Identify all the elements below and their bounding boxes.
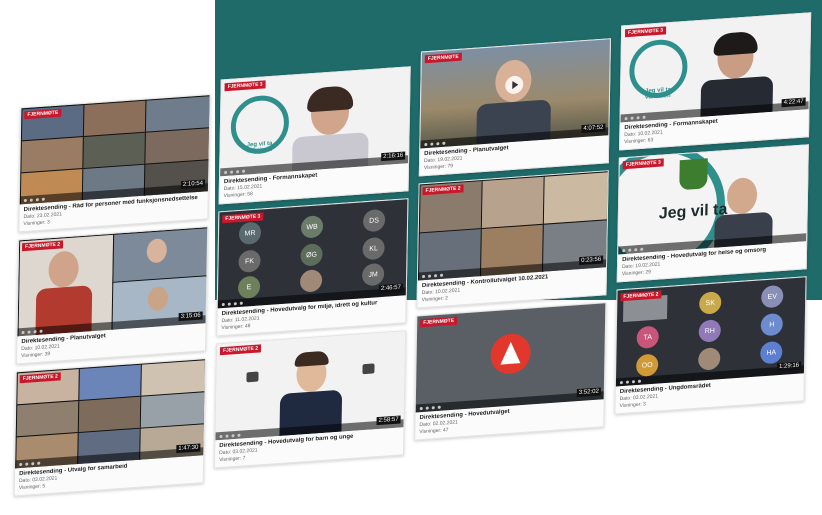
- video-thumbnail[interactable]: Jeg vil ta vaksinen FJERNMØTE 3 2:16:16: [220, 67, 410, 177]
- duration: 4:22:47: [781, 97, 806, 108]
- badge: FJERNMØTE 2: [219, 344, 262, 356]
- video-thumbnail[interactable]: FJERNMØTE 4:07:52: [420, 39, 610, 149]
- participant-avatar: WB: [300, 215, 324, 239]
- duration: 2:16:16: [381, 151, 406, 162]
- video-card[interactable]: FJERNMØTE 4:07:52 Direktesending - Planu…: [418, 38, 611, 177]
- badge: FJERNMØTE: [420, 316, 458, 328]
- video-thumbnail[interactable]: Jeg vil ta vaksinen FJERNMØTE 3 4:22:47: [620, 13, 811, 123]
- video-thumbnail[interactable]: FJERNMØTE 2 0:23:56: [417, 171, 608, 281]
- badge: FJERNMØTE 3: [224, 80, 266, 92]
- video-thumbnail[interactable]: FJERNMØTE 2 2:58:57: [215, 331, 406, 441]
- participant-avatar: JM: [361, 262, 385, 287]
- badge: FJERNMØTE 3: [624, 26, 667, 38]
- participant-avatar: FK: [238, 249, 261, 274]
- video-thumbnail[interactable]: FJERNMØTE 2 1:47:30: [15, 359, 205, 469]
- video-card[interactable]: FJERNMØTE 3:52:02 Direktesending - Hoved…: [414, 302, 607, 441]
- video-card[interactable]: SK EV TA RH H OO HA FJERNMØTE 2 1:29:16 …: [614, 276, 807, 415]
- participant-avatar: EV: [761, 284, 784, 309]
- video-thumbnail[interactable]: SK EV TA RH H OO HA FJERNMØTE 2 1:29:16: [615, 277, 806, 387]
- participant-avatar: RH: [698, 319, 721, 343]
- video-card[interactable]: Jeg vil ta vaksinen FJERNMØTE 3 4:22:47 …: [619, 12, 812, 151]
- video-gallery: FJERNMØTE 2:10:54 Direktesending - Råd f…: [3, 12, 822, 515]
- participant-avatar: HA: [760, 340, 783, 365]
- video-thumbnail[interactable]: MR WB DS FK ØG KL E JM FJERNMØTE 3 2:46:…: [217, 199, 408, 309]
- duration: 1:29:16: [776, 361, 802, 372]
- video-thumbnail[interactable]: FJERNMØTE 3:52:02: [415, 303, 606, 413]
- badge: FJERNMØTE 3: [222, 212, 264, 224]
- video-card[interactable]: FJERNMØTE 2:10:54 Direktesending - Råd f…: [18, 94, 211, 233]
- participant-avatar: KL: [362, 236, 385, 261]
- video-thumbnail[interactable]: FJERNMØTE 2 3:15:06: [17, 227, 208, 337]
- video-card[interactable]: Jeg vil ta vaksinen FJERNMØTE 3 2:16:16 …: [218, 66, 411, 205]
- duration: 2:10:54: [180, 179, 206, 190]
- participant-avatar: SK: [699, 291, 722, 315]
- badge: FJERNMØTE: [424, 52, 462, 64]
- app-logo-icon: [490, 332, 531, 376]
- participant-avatar: [698, 347, 721, 371]
- duration: 4:07:52: [581, 123, 606, 134]
- duration: 2:58:57: [376, 415, 401, 426]
- participant-avatar: [299, 269, 323, 293]
- participant-avatar: DS: [362, 208, 386, 233]
- duration: 3:15:06: [178, 311, 203, 322]
- participant-avatar: OO: [636, 353, 659, 378]
- video-thumbnail[interactable]: Jeg vil ta FJERNMØTE 3: [618, 145, 808, 255]
- video-card[interactable]: FJERNMØTE 2 0:23:56 Direktesending - Kon…: [416, 170, 609, 309]
- participant-avatar: TA: [636, 325, 659, 350]
- video-card[interactable]: FJERNMØTE 2 1:47:30 Direktesending - Utv…: [13, 358, 206, 497]
- logo-text: Jeg vil ta vaksinen: [246, 140, 273, 155]
- video-card[interactable]: FJERNMØTE 2 3:15:06 Direktesending - Pla…: [16, 226, 209, 365]
- participant-avatar: E: [237, 275, 261, 300]
- participant-avatar: ØG: [300, 243, 323, 267]
- logo-text: Jeg vil ta vaksinen: [644, 86, 671, 101]
- video-card[interactable]: Jeg vil ta FJERNMØTE 3 Direktesending - …: [616, 144, 809, 283]
- participant-avatar: MR: [238, 221, 262, 246]
- duration: 0:23:56: [579, 255, 604, 266]
- video-card[interactable]: FJERNMØTE 2 2:58:57 Direktesending - Hov…: [213, 330, 407, 469]
- video-thumbnail[interactable]: FJERNMØTE 2:10:54: [19, 95, 210, 205]
- participant-avatar: H: [760, 312, 783, 337]
- video-card[interactable]: MR WB DS FK ØG KL E JM FJERNMØTE 3 2:46:…: [216, 198, 409, 337]
- duration: 3:52:02: [576, 387, 601, 398]
- duration: 2:46:57: [378, 283, 403, 294]
